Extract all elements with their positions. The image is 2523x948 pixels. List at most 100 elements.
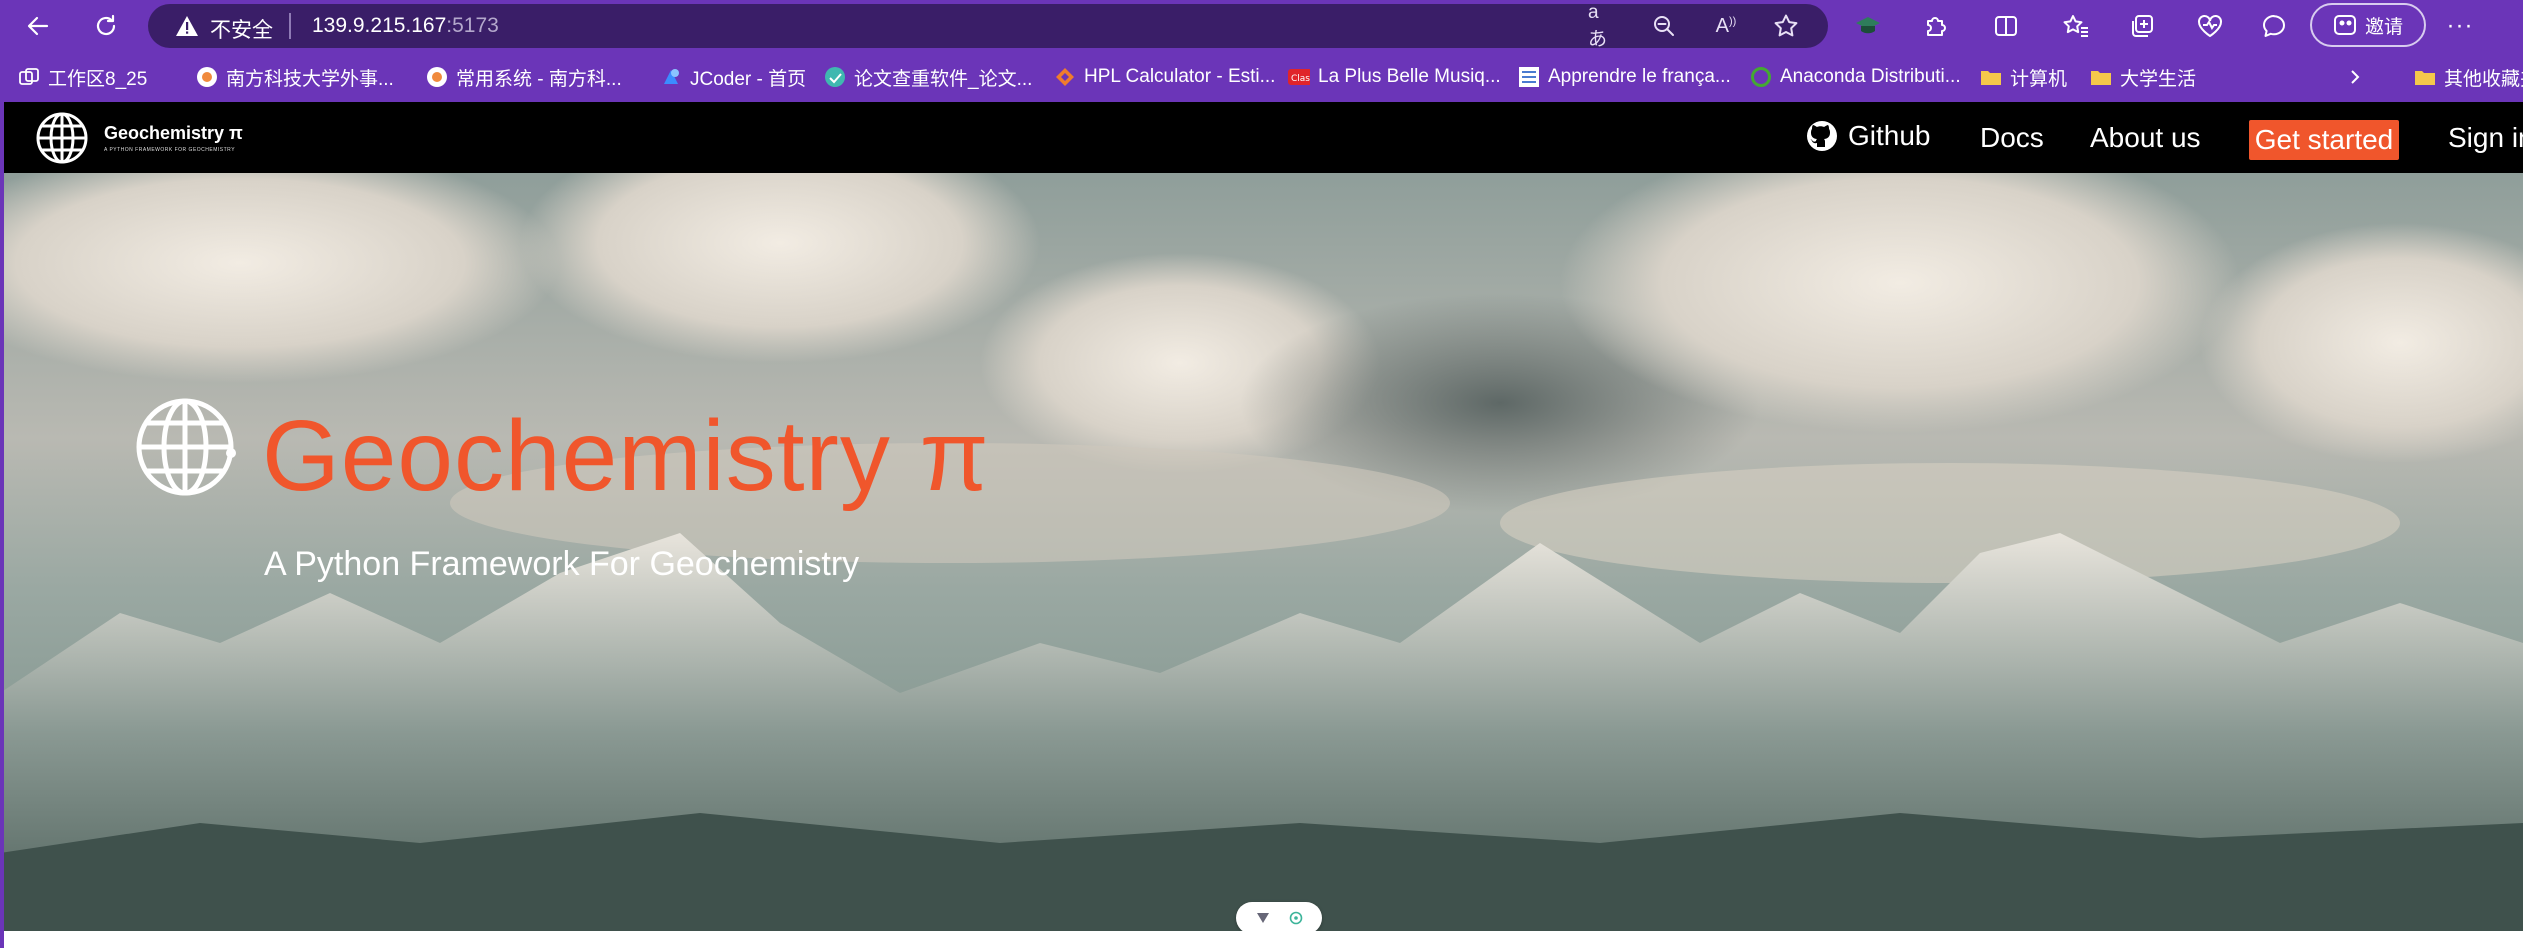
anaconda-favicon-icon — [1750, 66, 1772, 88]
nav-github-label: Github — [1848, 120, 1931, 151]
url-text[interactable]: 139.9.215.167:5173 — [312, 14, 499, 38]
bookmarks-bar: 工作区8_25 南方科技大学外事... 常用系统 - 南方科... JCoder… — [0, 52, 2523, 102]
site-header: Geochemistry π A PYTHON FRAMEWORK FOR GE… — [0, 102, 2523, 173]
bookmark-item[interactable]: 工作区8_25 — [18, 64, 147, 90]
read-aloud-text-icon: aあ — [1588, 1, 1608, 50]
hero-section: Geochemistry π A Python Framework For Ge… — [0, 173, 2523, 931]
more-button[interactable]: ··· — [2444, 10, 2476, 42]
window-left-edge — [0, 102, 4, 948]
page-bottom-strip — [0, 931, 2523, 948]
target-icon — [1289, 911, 1303, 925]
nav-sign-in[interactable]: Sign in — [2448, 122, 2523, 154]
more-icon: ··· — [2446, 12, 2474, 39]
get-started-button[interactable]: Get started — [2249, 120, 2399, 160]
people-icon — [2333, 15, 2356, 35]
hpl-favicon-icon — [1054, 66, 1076, 88]
favorites-button[interactable] — [2060, 10, 2092, 42]
web-page: Geochemistry π A PYTHON FRAMEWORK FOR GE… — [0, 102, 2523, 948]
folder-icon — [2090, 66, 2112, 88]
bookmark-item[interactable]: 常用系统 - 南方科... — [426, 64, 622, 90]
jcoder-favicon-icon — [660, 66, 682, 88]
insecure-label[interactable]: 不安全 — [210, 14, 273, 44]
address-divider — [289, 13, 291, 39]
hero-subtitle: A Python Framework For Geochemistry — [264, 545, 860, 583]
back-button[interactable] — [20, 8, 56, 44]
bookmark-folder[interactable]: 计算机 — [1980, 64, 2067, 90]
sustech-favicon-icon — [426, 66, 448, 88]
read-aloud-icon: A)) — [1715, 14, 1737, 37]
nav-github[interactable]: Github — [1806, 120, 1931, 152]
favorite-button[interactable] — [1772, 12, 1800, 40]
zoom-out-button[interactable] — [1650, 12, 1678, 40]
bookmark-item[interactable]: 论文查重软件_论文... — [824, 64, 1032, 90]
split-screen-icon — [1995, 16, 2017, 36]
collections-icon — [2132, 15, 2153, 37]
invite-button[interactable]: 邀请 — [2310, 3, 2426, 47]
url-port: :5173 — [446, 14, 499, 37]
bookmark-item[interactable]: HPL Calculator - Esti... — [1054, 64, 1275, 90]
bookmark-label: 常用系统 - 南方科... — [456, 68, 622, 90]
browser-window: 不安全 139.9.215.167:5173 aあ A)) 邀请 ··· 工作区… — [0, 0, 2523, 948]
bookmark-item[interactable]: Anaconda Distributi... — [1750, 64, 1961, 90]
bookmark-item[interactable]: Clas La Plus Belle Musiq... — [1288, 64, 1501, 90]
bookmark-folder[interactable]: 大学生活 — [2090, 64, 2196, 90]
favorites-icon — [2063, 15, 2088, 37]
url-host: 139.9.215.167 — [312, 14, 447, 37]
warning-icon — [176, 16, 198, 36]
extensions-button[interactable] — [1920, 10, 1952, 42]
bookmark-item[interactable]: Apprendre le frança... — [1518, 64, 1731, 90]
collections-button[interactable] — [2126, 10, 2158, 42]
hero-globe-logo-icon — [136, 398, 236, 496]
puzzle-icon — [1927, 17, 1946, 36]
performance-icon — [2198, 15, 2222, 38]
bookmark-label: Apprendre le frança... — [1548, 66, 1731, 87]
french-favicon-icon — [1518, 66, 1540, 88]
chat-icon — [2263, 15, 2285, 37]
hero-title: Geochemistry π — [262, 400, 990, 512]
extension-icon — [1856, 17, 1880, 34]
performance-button[interactable] — [2194, 10, 2226, 42]
favorite-star-icon — [1774, 14, 1798, 37]
bookmarks-overflow-button[interactable] — [2346, 64, 2364, 90]
sustech-favicon-icon — [196, 66, 218, 88]
chevron-right-icon — [2351, 70, 2360, 84]
folder-icon — [1980, 66, 2002, 88]
bookmark-label: Anaconda Distributi... — [1780, 66, 1961, 87]
read-aloud-button[interactable]: A)) — [1712, 12, 1740, 40]
extension-button[interactable] — [1852, 10, 1884, 42]
bookmark-label: 工作区8_25 — [48, 68, 148, 90]
nav-about-us[interactable]: About us — [2090, 122, 2201, 154]
scroll-indicator[interactable] — [1236, 902, 1322, 931]
refresh-icon — [96, 14, 116, 36]
bookmark-label: 计算机 — [2010, 68, 2068, 90]
chat-button[interactable] — [2258, 10, 2290, 42]
split-screen-button[interactable] — [1990, 10, 2022, 42]
svg-text:Clas: Clas — [1291, 74, 1310, 84]
bookmark-label: 大学生活 — [2120, 68, 2197, 90]
bookmark-label: 南方科技大学外事... — [226, 68, 394, 90]
translate-button[interactable]: aあ — [1588, 2, 1616, 50]
bookmark-item[interactable]: JCoder - 首页 — [660, 64, 806, 90]
bookmark-folder[interactable]: 其他收藏夹 — [2414, 64, 2523, 90]
refresh-button[interactable] — [88, 8, 124, 44]
back-icon — [27, 16, 49, 36]
logo-tagline: A PYTHON FRAMEWORK FOR GEOCHEMISTRY — [104, 147, 236, 153]
paper-check-favicon-icon — [824, 66, 846, 88]
logo-text: Geochemistry π A PYTHON FRAMEWORK FOR GE… — [104, 123, 243, 153]
bookmark-label: 论文查重软件_论文... — [854, 68, 1033, 90]
bookmark-item[interactable]: 南方科技大学外事... — [196, 64, 394, 90]
bookmark-label: HPL Calculator - Esti... — [1084, 66, 1276, 87]
bookmark-label: 其他收藏夹 — [2444, 68, 2523, 90]
globe-logo-icon — [36, 112, 88, 164]
music-favicon-icon: Clas — [1288, 66, 1310, 88]
site-logo[interactable]: Geochemistry π A PYTHON FRAMEWORK FOR GE… — [34, 110, 243, 166]
folder-icon — [2414, 66, 2436, 88]
zoom-out-icon — [1654, 16, 1674, 36]
workspaces-icon — [18, 66, 40, 88]
invite-label: 邀请 — [2364, 16, 2403, 38]
bookmark-label: La Plus Belle Musiq... — [1318, 66, 1501, 87]
address-bar[interactable]: 不安全 139.9.215.167:5173 aあ A)) — [148, 2, 1828, 50]
browser-toolbar: 不安全 139.9.215.167:5173 aあ A)) 邀请 ··· — [0, 0, 2523, 52]
nav-docs[interactable]: Docs — [1980, 122, 2044, 154]
github-icon — [1807, 121, 1837, 151]
